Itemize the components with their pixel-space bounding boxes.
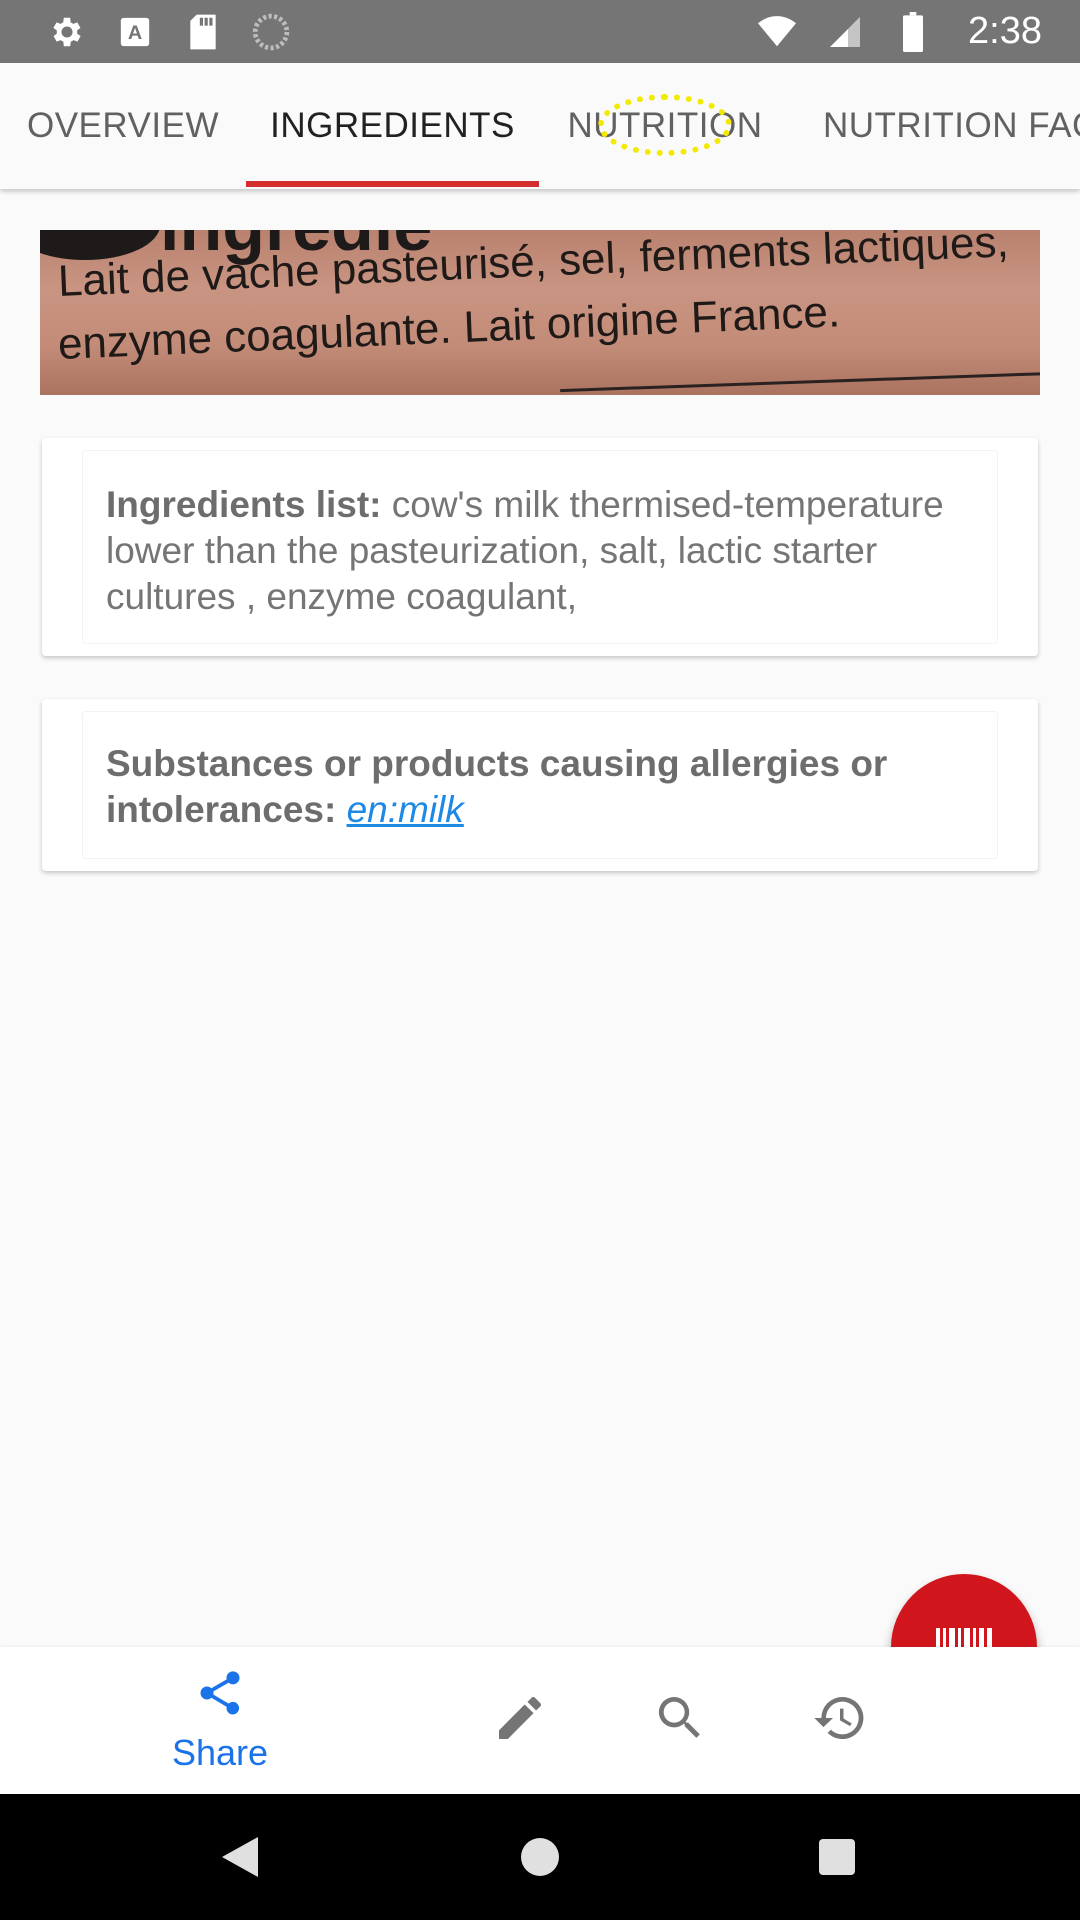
sync-icon — [252, 13, 290, 51]
nav-edit-button[interactable] — [480, 1647, 560, 1794]
tap-highlight — [598, 94, 732, 156]
status-left: A — [48, 13, 290, 51]
bottom-navigation: Share — [0, 1647, 1080, 1794]
share-icon — [194, 1667, 246, 1724]
tab-overview[interactable]: OVERVIEW — [0, 63, 246, 189]
home-icon[interactable] — [490, 1794, 590, 1920]
wifi-icon — [758, 13, 797, 51]
status-right: 2:38 — [758, 10, 1042, 53]
recent-apps-icon[interactable] — [787, 1794, 887, 1920]
tab-ingredients[interactable]: INGREDIENTS — [246, 63, 539, 189]
tab-bar: OVERVIEW INGREDIENTS NUTRITION NUTRITION… — [0, 63, 1080, 189]
back-icon[interactable] — [190, 1794, 290, 1920]
allergens-card: Substances or products causing allergies… — [42, 699, 1038, 871]
ingredients-text: Ingredients list: cow's milk thermised-t… — [106, 482, 978, 620]
allergens-label: Substances or products causing allergies… — [106, 743, 888, 830]
app-screen: A 2:38 OVERVIEW INGREDIENTS NUTRITION NU… — [0, 0, 1080, 1920]
tab-indicator — [246, 181, 539, 187]
svg-text:A: A — [128, 22, 142, 44]
sd-card-icon — [184, 13, 222, 51]
battery-icon — [894, 11, 932, 52]
allergen-link-milk[interactable]: en:milk — [347, 789, 464, 830]
edit-icon — [492, 1690, 548, 1751]
status-bar: A 2:38 — [0, 0, 1080, 63]
ingredients-label: Ingredients list: — [106, 484, 382, 525]
nav-search-button[interactable] — [640, 1647, 720, 1794]
photo-rule — [560, 370, 1040, 393]
nav-share-button[interactable]: Share — [140, 1647, 300, 1794]
tab-nutrition-facts[interactable]: NUTRITION FACTS — [791, 63, 1080, 189]
nav-history-button[interactable] — [800, 1647, 880, 1794]
history-icon — [812, 1690, 868, 1751]
search-icon — [652, 1690, 708, 1751]
settings-icon — [48, 13, 86, 51]
ingredients-card: Ingredients list: cow's milk thermised-t… — [42, 438, 1038, 656]
system-navigation-bar — [0, 1794, 1080, 1920]
nav-share-label: Share — [171, 1732, 269, 1773]
signal-icon — [826, 13, 864, 51]
ingredients-photo[interactable]: ingredie Lait de vache pasteurisé, sel, … — [40, 230, 1040, 395]
a-box-icon: A — [116, 13, 154, 51]
status-time: 2:38 — [968, 10, 1042, 52]
allergens-text: Substances or products causing allergies… — [106, 741, 978, 833]
